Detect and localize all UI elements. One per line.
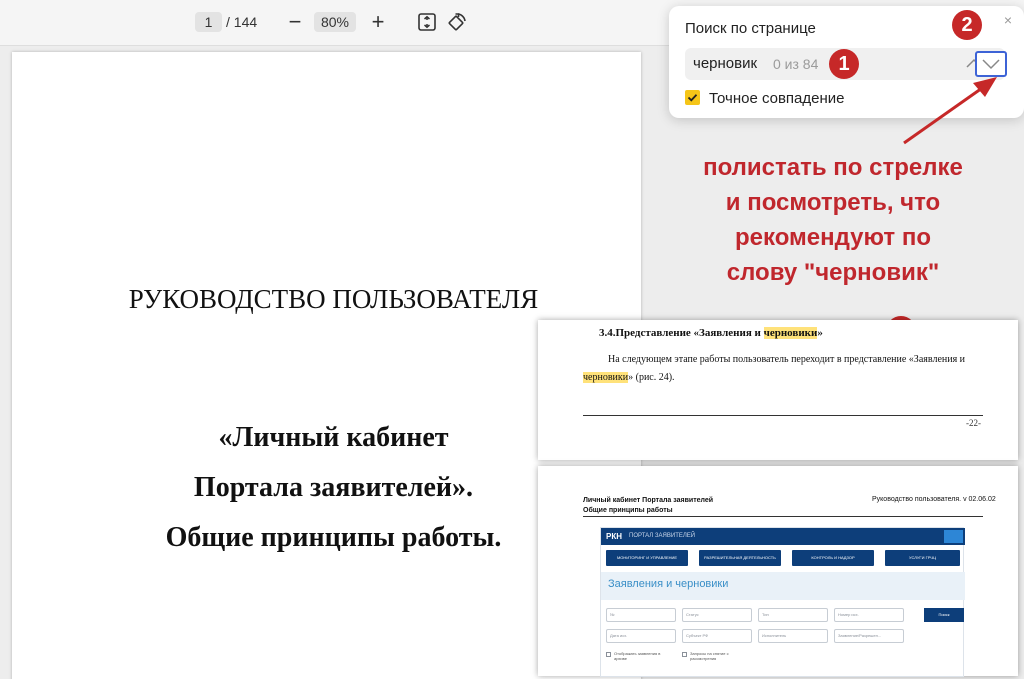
divider	[583, 516, 983, 517]
exact-match-label: Точное совпадение	[709, 90, 845, 107]
filter-field: Номер исх.	[834, 608, 904, 622]
annotation-line: слову "черновик"	[726, 259, 940, 286]
portal-tab: КОНТРОЛЬ И НАДЗОР	[792, 550, 874, 566]
paragraph-text: На следующем этапе работы пользователь п…	[608, 354, 966, 365]
heading-text: »	[817, 327, 823, 339]
portal-screenshot: РКН ПОРТАЛ ЗАЯВИТЕЛЕЙ МОНИТОРИНГ И УПРАВ…	[600, 527, 965, 677]
annotation-line: полистать по стрелке	[703, 154, 963, 181]
filter-field: Дата исх.	[606, 629, 676, 643]
step-badge-1: 1	[829, 49, 859, 79]
heading-text: 3.4.Представление «Заявления и	[599, 327, 764, 339]
rotate-icon[interactable]	[446, 11, 468, 33]
section-title: Заявления и черновики	[608, 578, 729, 590]
zoom-level[interactable]: 80%	[314, 12, 356, 32]
portal-checkbox	[682, 652, 687, 657]
document-title: РУКОВОДСТВО ПОЛЬЗОВАТЕЛЯ	[128, 284, 539, 314]
zoom-out-button[interactable]: −	[283, 9, 307, 35]
portal-section: Заявления и черновики	[601, 572, 965, 600]
document-page-excerpt: Личный кабинет Портала заявителей Общие …	[538, 466, 1018, 677]
header-text: Личный кабинет Портала заявителей	[583, 497, 714, 504]
highlight-match: черновики	[763, 327, 818, 339]
chevron-down-icon[interactable]	[975, 51, 1007, 77]
header-text: Общие принципы работы	[583, 507, 673, 514]
step-badge-2: 2	[952, 10, 982, 40]
annotation-line: рекомендуют по	[735, 224, 931, 251]
filter-field: Исполнитель	[758, 629, 828, 643]
filter-field: Тип	[758, 608, 828, 622]
paragraph-text: черновики» (рис. 24).	[583, 372, 675, 383]
page-number: -22-	[966, 418, 981, 428]
divider	[583, 415, 983, 416]
page-number-input[interactable]: 1	[195, 12, 222, 32]
portal-checkbox	[606, 652, 611, 657]
search-query: черновик	[693, 55, 758, 72]
menu-icon	[944, 530, 963, 543]
page-total: / 144	[226, 14, 258, 30]
close-icon[interactable]: ×	[1000, 12, 1016, 28]
filter-field: Статус	[682, 608, 752, 622]
portal-tab: МОНИТОРИНГ И УПРАВЛЕНИЕ	[606, 550, 688, 566]
running-header-left: Личный кабинет Портала заявителей Общие …	[583, 496, 713, 516]
match-counter: 0 из 84	[773, 56, 819, 72]
exact-match-checkbox[interactable]	[685, 90, 700, 105]
filter-field: Субъект РФ	[682, 629, 752, 643]
portal-logo: РКН	[606, 532, 622, 541]
filter-field: Заявление/Разрешен...	[834, 629, 904, 643]
portal-tab: УСЛУГИ ГРЧЦ	[885, 550, 960, 566]
zoom-in-button[interactable]: +	[366, 9, 390, 35]
portal-search-button: Поиск	[924, 608, 964, 622]
filter-field: №	[606, 608, 676, 622]
section-heading: 3.4.Представление «Заявления и черновики…	[599, 327, 823, 339]
running-header-right: Руководство пользователя. v 02.06.02	[872, 496, 996, 503]
annotation-text: полистать по стрелке и посмотреть, что р…	[668, 150, 998, 290]
highlight-match: черновики	[583, 372, 629, 383]
paragraph-text: » (рис. 24).	[628, 372, 675, 383]
portal-checkbox-label: Отображать заявления в архиве	[614, 651, 661, 661]
portal-tab: РАЗРЕШИТЕЛЬНАЯ ДЕЯТЕЛЬНОСТЬ	[699, 550, 781, 566]
search-popup-title: Поиск по странице	[685, 20, 816, 37]
portal-name: ПОРТАЛ ЗАЯВИТЕЛЕЙ	[629, 533, 696, 539]
portal-checkbox-label: Запросы на снятие с рассмотрения	[690, 651, 729, 661]
annotation-line: и посмотреть, что	[725, 189, 941, 216]
portal-header: РКН ПОРТАЛ ЗАЯВИТЕЛЕЙ	[601, 528, 965, 545]
fit-page-icon[interactable]	[416, 11, 438, 33]
search-result-excerpt: 3.4.Представление «Заявления и черновики…	[538, 320, 1018, 460]
checkmark-icon	[687, 94, 698, 102]
